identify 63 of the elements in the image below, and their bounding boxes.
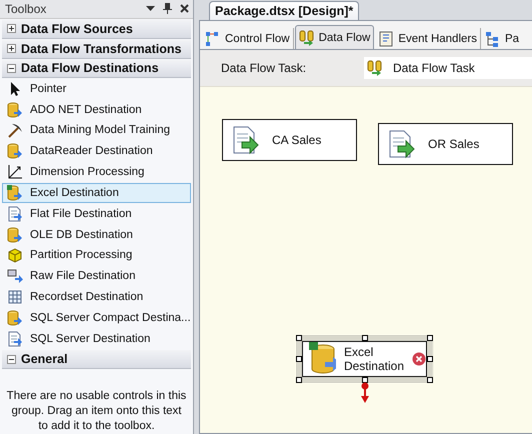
toolbox-item[interactable]: SQL Server Compact Destina... [2,307,191,328]
component-node[interactable]: OR Sales [378,123,513,165]
toolbox-item[interactable]: ADO NET Destination [2,99,191,120]
component-node[interactable]: Excel Destination [302,341,427,377]
empty-group-message: There are no usable controls in this group. Drag an item onto this text to add it to the toolbox. [6,388,188,434]
expand-icon[interactable] [7,24,16,34]
close-icon[interactable] [180,4,189,14]
clipboard-icon [378,30,394,46]
designer-tab[interactable]: Event Handlers [375,28,481,49]
toolbox-item[interactable]: Raw File Destination [2,266,191,287]
field-label: Data Flow Task: [221,61,308,75]
document-arrow-icon [7,206,23,222]
dropdown-icon[interactable] [146,6,155,12]
axes-icon [7,164,23,180]
tree-icon [484,30,501,46]
resize-handle[interactable] [296,335,302,341]
resize-handle[interactable] [296,356,302,362]
document-arrow-icon [7,330,23,347]
database-arrow-icon [309,342,336,376]
output-arrow-icon[interactable] [360,382,370,404]
document-tab[interactable]: Package.dtsx [Design]* [209,1,360,20]
toolbox-item[interactable]: Flat File Destination [2,203,191,224]
toolbox-item[interactable]: DataReader Destination [2,140,191,162]
category-header[interactable]: General [2,350,191,369]
resize-handle[interactable] [362,335,368,341]
toolbox-item[interactable]: Recordset Destination [2,286,191,308]
database-arrow-icon [7,102,23,118]
toolbox-item[interactable]: OLE DB Destination [2,224,191,245]
flowchart-icon [205,30,221,46]
task-dropdown[interactable]: Data Flow Task [364,57,532,79]
toolbox-item[interactable]: Data Mining Model Training [2,120,191,141]
designer-tab[interactable]: Data Flow [294,25,374,49]
resize-handle[interactable] [296,377,302,383]
pin-icon[interactable] [163,3,172,14]
category-header[interactable]: Data Flow Destinations [2,60,191,78]
resize-handle[interactable] [362,377,368,383]
component-node[interactable]: CA Sales [222,119,357,161]
database-arrow-icon [7,143,23,160]
table-icon [7,289,23,306]
category-header[interactable]: Data Flow Sources [2,20,191,39]
grid-arrow-icon [7,268,23,284]
cylinders-icon [367,60,383,76]
resize-handle[interactable] [427,356,433,362]
toolbox-item[interactable]: Partition Processing [2,245,191,266]
pickaxe-icon [7,122,23,138]
toolbox-item[interactable]: Pointer [2,78,191,100]
database-arrow-icon [7,310,23,326]
expand-icon[interactable] [7,44,16,54]
resize-handle[interactable] [427,377,433,383]
collapse-icon[interactable] [7,64,16,73]
database-arrow-icon [7,184,23,201]
toolbox-item[interactable]: Dimension Processing [2,162,191,183]
cube-icon [7,247,23,264]
panel-title: Toolbox [5,2,46,16]
cylinders-icon [298,30,315,46]
collapse-icon[interactable] [7,354,16,364]
database-arrow-icon [7,226,23,243]
toolbox-item[interactable]: Excel Destination [2,182,191,204]
resize-handle[interactable] [427,335,433,341]
toolbox-item[interactable]: SQL Server Destination [2,328,191,350]
category-header[interactable]: Data Flow Transformations [2,40,191,59]
designer-tab[interactable]: Pa [482,28,522,49]
designer-tab[interactable]: Control Flow [202,28,294,49]
